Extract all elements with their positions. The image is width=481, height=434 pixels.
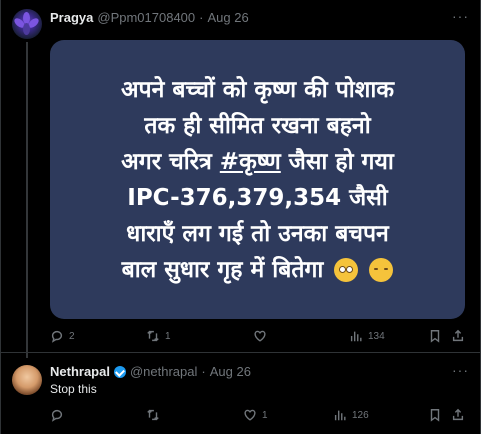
author-name[interactable]: Nethrapal xyxy=(50,364,110,379)
eye-roll-emoji-icon xyxy=(334,258,359,282)
author-handle[interactable]: @nethrapal xyxy=(130,364,197,379)
share-icon xyxy=(452,408,464,421)
reply-count: 2 xyxy=(69,330,75,342)
heart-icon xyxy=(244,409,256,421)
tweet-date[interactable]: Aug 26 xyxy=(208,10,249,25)
image-text-line: तक ही सीमित रखना बहनो xyxy=(144,112,371,139)
views-button[interactable]: 134 xyxy=(349,329,385,343)
verified-badge-icon xyxy=(113,365,126,378)
tweet-date[interactable]: Aug 26 xyxy=(210,364,251,379)
share-button[interactable] xyxy=(451,329,465,343)
bookmark-button[interactable] xyxy=(428,329,442,343)
heart-icon xyxy=(254,330,266,342)
action-bar: 2 1 134 xyxy=(0,328,481,344)
separator-dot: · xyxy=(201,364,206,379)
repost-icon xyxy=(147,330,159,342)
views-button[interactable]: 126 xyxy=(333,408,369,422)
views-count: 126 xyxy=(352,409,369,421)
views-icon xyxy=(334,410,346,421)
repost-button[interactable]: 1 xyxy=(146,329,171,343)
share-icon xyxy=(452,329,464,342)
like-count: 1 xyxy=(262,409,268,421)
bookmark-icon xyxy=(430,409,440,422)
bookmark-button[interactable] xyxy=(428,408,442,422)
tweet[interactable]: Nethrapal @nethrapal · Aug 26 ··· Stop t… xyxy=(0,353,481,434)
separator-dot: · xyxy=(199,10,204,25)
image-text-segment: बाल सुधार गृह में बितेगा xyxy=(121,256,324,283)
like-button[interactable] xyxy=(253,329,272,343)
tweet[interactable]: Pragya @Ppm01708400 · Aug 26 ··· अपने बच… xyxy=(0,0,481,358)
author-name[interactable]: Pragya xyxy=(50,10,93,25)
avatar[interactable] xyxy=(12,9,42,39)
tweet-text: Stop this xyxy=(50,382,97,396)
image-text-segment: जैसा हो गया xyxy=(288,148,394,175)
bookmark-icon xyxy=(430,330,440,343)
image-text-line: IPC-376,379,354 जैसी xyxy=(127,184,388,211)
author-handle[interactable]: @Ppm01708400 xyxy=(97,10,195,25)
repost-icon xyxy=(147,409,159,421)
hashtag-text: #कृष्ण xyxy=(219,148,281,175)
reply-button[interactable]: 2 xyxy=(50,329,75,343)
tweet-image[interactable]: अपने बच्चों को कृष्ण की पोशाक तक ही सीमि… xyxy=(50,40,465,319)
reply-icon xyxy=(51,330,63,343)
action-bar: 1 126 xyxy=(0,407,481,423)
image-text-segment: अगर चरित्र xyxy=(121,148,212,175)
image-text-line: बाल सुधार गृह में बितेगा xyxy=(122,252,394,288)
tweet-header: Pragya @Ppm01708400 · Aug 26 xyxy=(50,10,249,25)
like-button[interactable]: 1 xyxy=(243,408,268,422)
thread-line xyxy=(26,42,28,358)
smirk-emoji-icon xyxy=(369,258,394,282)
repost-count: 1 xyxy=(165,330,171,342)
image-text-line: अपने बच्चों को कृष्ण की पोशाक xyxy=(120,76,395,103)
reply-button[interactable] xyxy=(50,408,69,422)
views-count: 134 xyxy=(368,330,385,342)
more-options-icon[interactable]: ··· xyxy=(452,8,469,24)
share-button[interactable] xyxy=(451,408,465,422)
repost-button[interactable] xyxy=(146,408,165,422)
image-text-line: धाराएँ लग गई तो उनका बचपन xyxy=(126,220,389,247)
more-options-icon[interactable]: ··· xyxy=(452,362,469,378)
avatar[interactable] xyxy=(12,365,42,395)
image-text-line: अगर चरित्र #कृष्ण जैसा हो गया xyxy=(121,144,394,180)
views-icon xyxy=(350,331,362,342)
tweet-header: Nethrapal @nethrapal · Aug 26 xyxy=(50,364,251,379)
reply-icon xyxy=(51,409,63,422)
